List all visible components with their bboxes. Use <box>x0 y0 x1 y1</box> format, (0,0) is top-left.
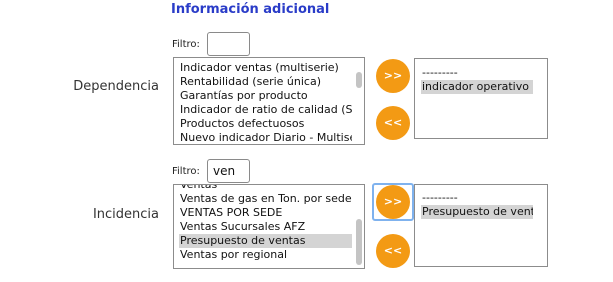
list-item[interactable]: --------- <box>421 66 533 80</box>
list-item[interactable]: VENTAS POR SEDE <box>179 206 352 220</box>
dependencia-filter-label: Filtro: <box>172 39 200 50</box>
list-item[interactable]: Ventas Sucursales AFZ <box>179 220 352 234</box>
list-item[interactable]: Presupuesto de ventas <box>421 205 533 219</box>
dependencia-filter-input[interactable] <box>207 32 250 56</box>
list-item[interactable]: Indicador de ratio de calidad (Se <box>179 103 352 117</box>
incidencia-filter-label: Filtro: <box>172 166 200 177</box>
dependencia-label: Dependencia <box>73 79 159 94</box>
list-item[interactable]: --------- <box>421 191 533 205</box>
list-item[interactable]: Indicador ventas (multiserie) <box>179 61 352 75</box>
incidencia-selected-list[interactable]: --------- Presupuesto de ventas <box>414 184 548 267</box>
list-item[interactable]: Ventas <box>179 185 352 192</box>
incidencia-add-button[interactable]: >> <box>376 185 410 219</box>
list-item[interactable]: Productos defectuosos <box>179 117 352 131</box>
list-item[interactable]: Nuevo indicador Diario - Multiser <box>179 131 352 144</box>
section-title: Información adicional <box>171 2 330 17</box>
incidencia-available-list[interactable]: Ventas Ventas de gas en Ton. por sede VE… <box>173 184 365 269</box>
list-item[interactable]: Garantías por producto <box>179 89 352 103</box>
dependencia-selected-list[interactable]: --------- indicador operativo <box>414 58 548 139</box>
incidencia-remove-button[interactable]: << <box>376 234 410 268</box>
dependencia-add-button[interactable]: >> <box>376 59 410 93</box>
incidencia-label: Incidencia <box>92 207 159 222</box>
dependencia-available-list[interactable]: Indicador ventas (multiserie) Rentabilid… <box>173 57 365 145</box>
list-item[interactable]: Rentabilidad (serie única) <box>179 75 352 89</box>
dependencia-scrollbar[interactable] <box>356 72 362 88</box>
list-item[interactable]: indicador operativo <box>421 80 533 94</box>
list-item[interactable]: Ventas por regional <box>179 248 352 262</box>
dependencia-remove-button[interactable]: << <box>376 106 410 140</box>
list-item[interactable]: Presupuesto de ventas <box>179 234 352 248</box>
incidencia-filter-input[interactable] <box>207 159 250 183</box>
list-item[interactable]: Ventas de gas en Ton. por sede <box>179 192 352 206</box>
incidencia-scrollbar[interactable] <box>356 219 362 265</box>
